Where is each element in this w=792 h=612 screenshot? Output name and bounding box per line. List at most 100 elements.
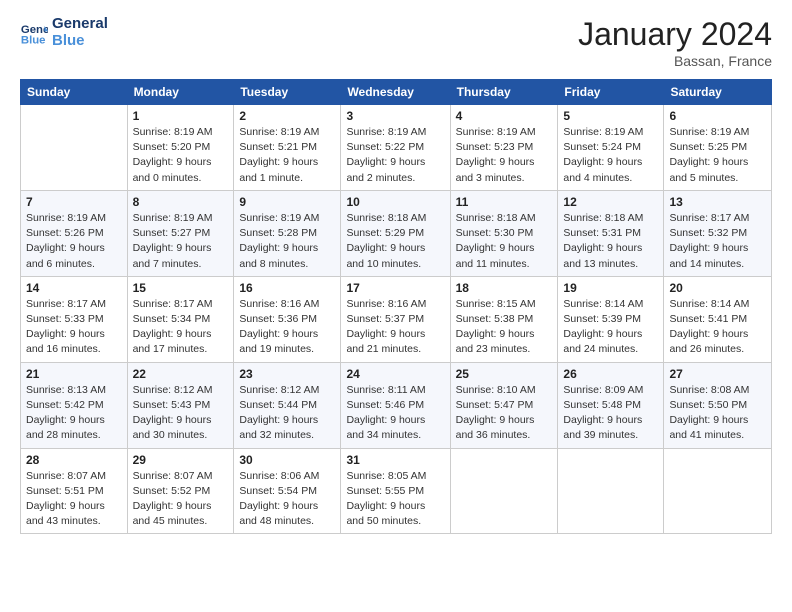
table-row: 7Sunrise: 8:19 AMSunset: 5:26 PMDaylight… xyxy=(21,190,128,276)
day-number: 20 xyxy=(669,281,766,295)
day-number: 19 xyxy=(563,281,658,295)
day-number: 22 xyxy=(133,367,229,381)
day-info: Sunrise: 8:16 AMSunset: 5:37 PMDaylight:… xyxy=(346,297,444,358)
day-info: Sunrise: 8:18 AMSunset: 5:31 PMDaylight:… xyxy=(563,211,658,272)
col-saturday: Saturday xyxy=(664,80,772,105)
table-row: 9 Sunrise: 8:19 AMSunset: 5:28 PMDaylight… xyxy=(234,190,341,276)
day-info: Sunrise: 8:07 AMSunset: 5:52 PMDaylight:… xyxy=(133,469,229,530)
table-row: 5 Sunrise: 8:19 AMSunset: 5:24 PMDaylight… xyxy=(558,105,664,191)
day-info: Sunrise: 8:10 AMSunset: 5:47 PMDaylight:… xyxy=(456,383,553,444)
day-info: Sunrise: 8:14 AMSunset: 5:39 PMDaylight:… xyxy=(563,297,658,358)
col-wednesday: Wednesday xyxy=(341,80,450,105)
calendar-week-row: 1 Sunrise: 8:19 AMSunset: 5:20 PMDaylight… xyxy=(21,105,772,191)
location-title: Bassan, France xyxy=(578,53,772,69)
day-number: 25 xyxy=(456,367,553,381)
day-number: 8 xyxy=(133,195,229,209)
table-row: 31 Sunrise: 8:05 AMSunset: 5:55 PMDayligh… xyxy=(341,448,450,534)
day-info: Sunrise: 8:19 AMSunset: 5:27 PMDaylight:… xyxy=(133,211,229,272)
day-info: Sunrise: 8:11 AMSunset: 5:46 PMDaylight:… xyxy=(346,383,444,444)
table-row: 22 Sunrise: 8:12 AMSunset: 5:43 PMDayligh… xyxy=(127,362,234,448)
day-info: Sunrise: 8:18 AMSunset: 5:29 PMDaylight:… xyxy=(346,211,444,272)
day-number: 10 xyxy=(346,195,444,209)
logo: General Blue General Blue xyxy=(20,16,108,49)
col-sunday: Sunday xyxy=(21,80,128,105)
table-row: 14 Sunrise: 8:17 AMSunset: 5:33 PMDayligh… xyxy=(21,276,128,362)
day-number: 6 xyxy=(669,109,766,123)
logo-icon: General Blue xyxy=(20,19,48,47)
table-row: 28Sunrise: 8:07 AMSunset: 5:51 PMDayligh… xyxy=(21,448,128,534)
day-info: Sunrise: 8:13 AMSunset: 5:42 PMDaylight:… xyxy=(26,383,122,444)
day-number: 17 xyxy=(346,281,444,295)
table-row: 6 Sunrise: 8:19 AMSunset: 5:25 PMDaylight… xyxy=(664,105,772,191)
day-number: 24 xyxy=(346,367,444,381)
day-number: 27 xyxy=(669,367,766,381)
day-number: 13 xyxy=(669,195,766,209)
calendar-week-row: 14 Sunrise: 8:17 AMSunset: 5:33 PMDayligh… xyxy=(21,276,772,362)
day-number: 16 xyxy=(239,281,335,295)
calendar-week-row: 21 Sunrise: 8:13 AMSunset: 5:42 PMDayligh… xyxy=(21,362,772,448)
day-info: Sunrise: 8:19 AMSunset: 5:25 PMDaylight:… xyxy=(669,125,766,186)
day-info: Sunrise: 8:05 AMSunset: 5:55 PMDaylight:… xyxy=(346,469,444,530)
table-row: 24 Sunrise: 8:11 AMSunset: 5:46 PMDayligh… xyxy=(341,362,450,448)
table-row: 15Sunrise: 8:17 AMSunset: 5:34 PMDayligh… xyxy=(127,276,234,362)
day-number: 18 xyxy=(456,281,553,295)
calendar-table: Sunday Monday Tuesday Wednesday Thursday… xyxy=(20,79,772,534)
day-number: 7 xyxy=(26,195,122,209)
table-row: 27Sunrise: 8:08 AMSunset: 5:50 PMDayligh… xyxy=(664,362,772,448)
table-row xyxy=(21,105,128,191)
day-number: 14 xyxy=(26,281,122,295)
table-row: 29 Sunrise: 8:07 AMSunset: 5:52 PMDayligh… xyxy=(127,448,234,534)
day-number: 28 xyxy=(26,453,122,467)
day-number: 31 xyxy=(346,453,444,467)
table-row: 21 Sunrise: 8:13 AMSunset: 5:42 PMDayligh… xyxy=(21,362,128,448)
page: General Blue General Blue January 2024 B… xyxy=(0,0,792,612)
day-info: Sunrise: 8:18 AMSunset: 5:30 PMDaylight:… xyxy=(456,211,553,272)
table-row: 8 Sunrise: 8:19 AMSunset: 5:27 PMDaylight… xyxy=(127,190,234,276)
table-row: 17 Sunrise: 8:16 AMSunset: 5:37 PMDayligh… xyxy=(341,276,450,362)
table-row xyxy=(664,448,772,534)
day-number: 11 xyxy=(456,195,553,209)
day-info: Sunrise: 8:06 AMSunset: 5:54 PMDaylight:… xyxy=(239,469,335,530)
title-area: January 2024 Bassan, France xyxy=(578,16,772,69)
header: General Blue General Blue January 2024 B… xyxy=(20,16,772,69)
day-number: 4 xyxy=(456,109,553,123)
svg-text:Blue: Blue xyxy=(21,34,46,46)
day-info: Sunrise: 8:19 AMSunset: 5:24 PMDaylight:… xyxy=(563,125,658,186)
table-row: 26Sunrise: 8:09 AMSunset: 5:48 PMDayligh… xyxy=(558,362,664,448)
col-friday: Friday xyxy=(558,80,664,105)
calendar-header-row: Sunday Monday Tuesday Wednesday Thursday… xyxy=(21,80,772,105)
day-info: Sunrise: 8:19 AMSunset: 5:28 PMDaylight:… xyxy=(239,211,335,272)
day-info: Sunrise: 8:14 AMSunset: 5:41 PMDaylight:… xyxy=(669,297,766,358)
day-number: 30 xyxy=(239,453,335,467)
day-info: Sunrise: 8:17 AMSunset: 5:33 PMDaylight:… xyxy=(26,297,122,358)
day-number: 1 xyxy=(133,109,229,123)
day-info: Sunrise: 8:19 AMSunset: 5:21 PMDaylight:… xyxy=(239,125,335,186)
day-number: 12 xyxy=(563,195,658,209)
day-number: 29 xyxy=(133,453,229,467)
day-number: 2 xyxy=(239,109,335,123)
logo-line2: Blue xyxy=(52,33,108,50)
table-row: 16Sunrise: 8:16 AMSunset: 5:36 PMDayligh… xyxy=(234,276,341,362)
table-row: 11 Sunrise: 8:18 AMSunset: 5:30 PMDayligh… xyxy=(450,190,558,276)
calendar-week-row: 28Sunrise: 8:07 AMSunset: 5:51 PMDayligh… xyxy=(21,448,772,534)
table-row: 10 Sunrise: 8:18 AMSunset: 5:29 PMDayligh… xyxy=(341,190,450,276)
day-info: Sunrise: 8:19 AMSunset: 5:23 PMDaylight:… xyxy=(456,125,553,186)
day-number: 5 xyxy=(563,109,658,123)
day-number: 26 xyxy=(563,367,658,381)
day-number: 9 xyxy=(239,195,335,209)
calendar-week-row: 7Sunrise: 8:19 AMSunset: 5:26 PMDaylight… xyxy=(21,190,772,276)
day-info: Sunrise: 8:12 AMSunset: 5:44 PMDaylight:… xyxy=(239,383,335,444)
day-info: Sunrise: 8:12 AMSunset: 5:43 PMDaylight:… xyxy=(133,383,229,444)
day-info: Sunrise: 8:19 AMSunset: 5:22 PMDaylight:… xyxy=(346,125,444,186)
table-row: 3Sunrise: 8:19 AMSunset: 5:22 PMDaylight… xyxy=(341,105,450,191)
day-info: Sunrise: 8:19 AMSunset: 5:20 PMDaylight:… xyxy=(133,125,229,186)
table-row xyxy=(450,448,558,534)
table-row: 12 Sunrise: 8:18 AMSunset: 5:31 PMDayligh… xyxy=(558,190,664,276)
table-row: 4 Sunrise: 8:19 AMSunset: 5:23 PMDaylight… xyxy=(450,105,558,191)
col-monday: Monday xyxy=(127,80,234,105)
day-number: 21 xyxy=(26,367,122,381)
table-row xyxy=(558,448,664,534)
table-row: 13Sunrise: 8:17 AMSunset: 5:32 PMDayligh… xyxy=(664,190,772,276)
col-tuesday: Tuesday xyxy=(234,80,341,105)
table-row: 23Sunrise: 8:12 AMSunset: 5:44 PMDayligh… xyxy=(234,362,341,448)
